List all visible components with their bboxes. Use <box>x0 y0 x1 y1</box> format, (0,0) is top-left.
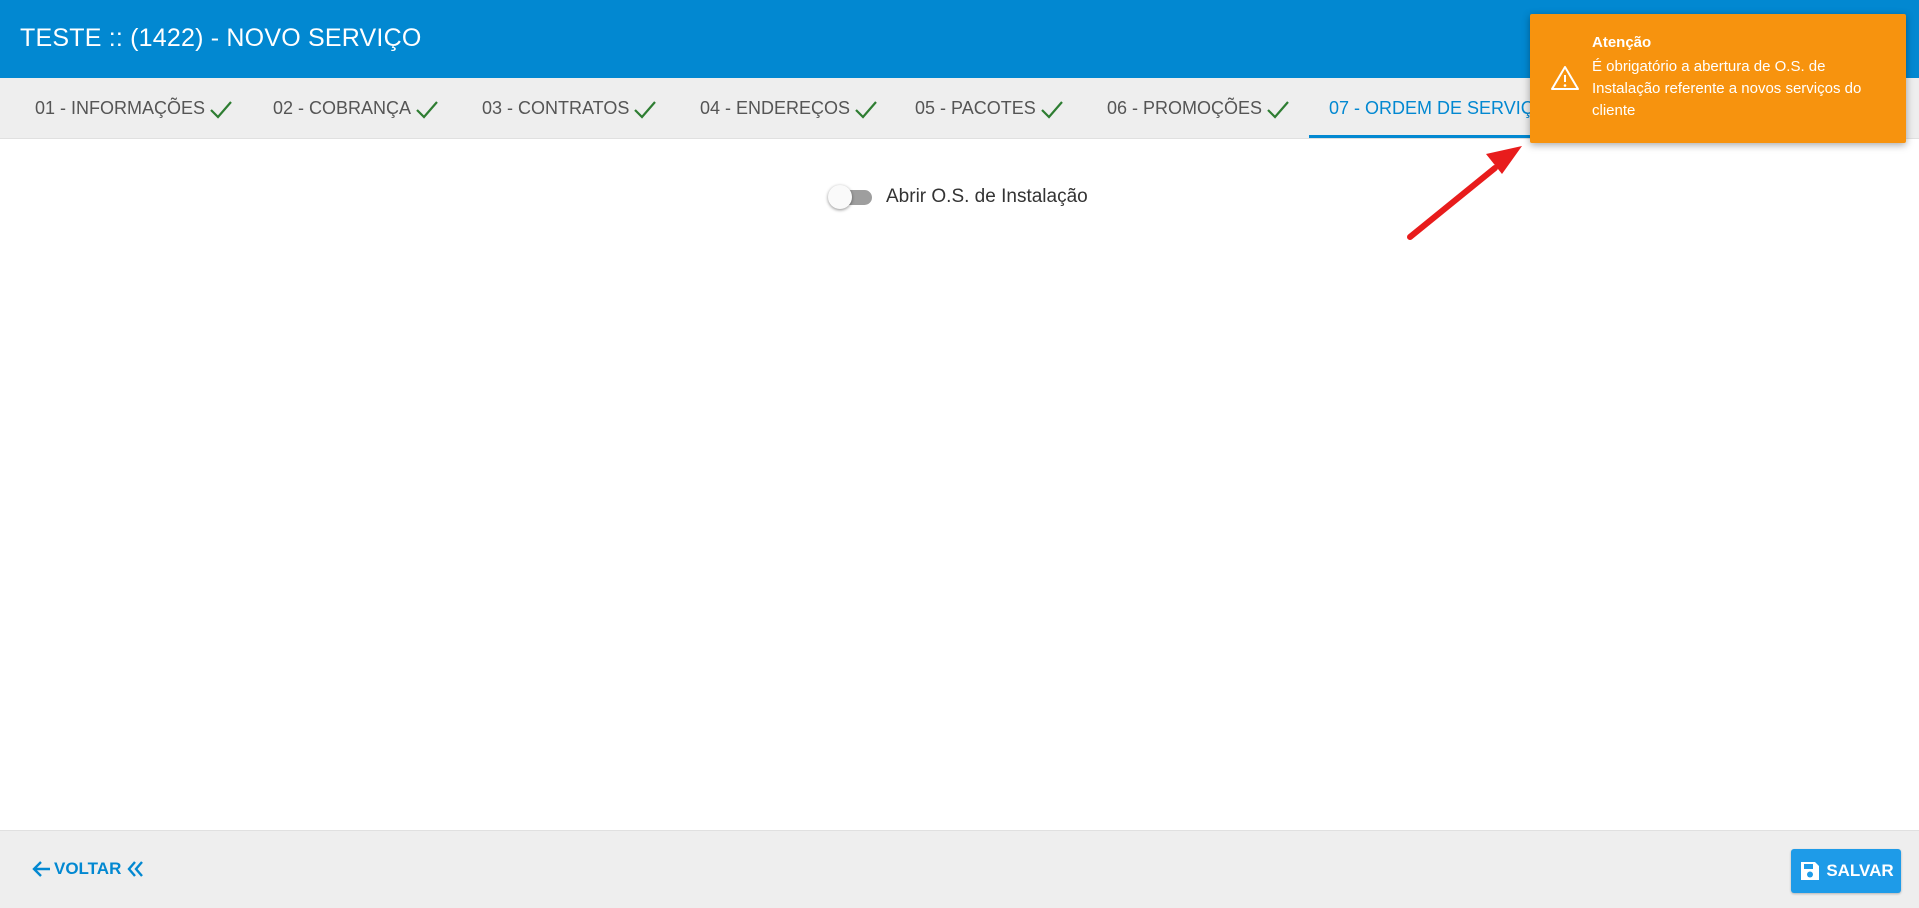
check-icon <box>1267 100 1289 119</box>
active-tab-indicator <box>1309 135 1531 138</box>
check-icon <box>634 100 657 119</box>
warning-toast[interactable]: Atenção É obrigatório a abertura de O.S.… <box>1530 14 1906 143</box>
tab-label: 04 - ENDEREÇOS <box>700 98 851 118</box>
floppy-disk-icon <box>1801 862 1820 880</box>
tab-cobranca[interactable]: 02 - COBRANÇA <box>273 78 439 139</box>
install-order-toggle-row: Abrir O.S. de Instalação <box>828 184 1088 210</box>
tab-promocoes[interactable]: 06 - PROMOÇÕES <box>1107 78 1290 139</box>
tab-enderecos[interactable]: 04 - ENDEREÇOS <box>700 78 878 139</box>
warning-icon <box>1551 66 1579 90</box>
back-button[interactable]: VOLTAR <box>30 857 147 881</box>
tab-label: 03 - CONTRATOS <box>482 98 630 118</box>
check-icon <box>416 100 438 119</box>
tab-ordem-de-servico[interactable]: 07 - ORDEM DE SERVIÇO <box>1329 78 1548 139</box>
toast-title: Atenção <box>1592 34 1652 51</box>
double-chevron-left-icon <box>127 861 144 877</box>
toggle-thumb <box>828 185 852 209</box>
arrow-left-icon <box>32 861 50 877</box>
install-order-toggle[interactable] <box>828 184 876 210</box>
check-icon <box>1040 100 1063 119</box>
tab-label: 01 - INFORMAÇÕES <box>35 98 206 118</box>
save-button[interactable]: SALVAR <box>1791 849 1901 893</box>
save-button-label: SALVAR <box>1826 861 1894 880</box>
page-title: TESTE :: (1422) - NOVO SERVIÇO <box>20 24 422 52</box>
tab-label: 02 - COBRANÇA <box>273 98 412 118</box>
back-button-label: VOLTAR <box>54 859 122 878</box>
tab-contratos[interactable]: 03 - CONTRATOS <box>482 78 657 139</box>
footer-bar: VOLTAR SALVAR <box>0 830 1919 908</box>
tab-label: 05 - PACOTES <box>915 98 1036 118</box>
tab-informacoes[interactable]: 01 - INFORMAÇÕES <box>35 78 233 139</box>
toast-message: É obrigatório a abertura de O.S. de Inst… <box>1592 58 1862 119</box>
tab-pacotes[interactable]: 05 - PACOTES <box>915 78 1064 139</box>
toggle-label: Abrir O.S. de Instalação <box>886 186 1088 207</box>
check-icon <box>855 100 877 119</box>
tab-label: 06 - PROMOÇÕES <box>1107 98 1263 118</box>
check-icon <box>210 100 232 119</box>
tab-label: 07 - ORDEM DE SERVIÇO <box>1329 98 1548 118</box>
